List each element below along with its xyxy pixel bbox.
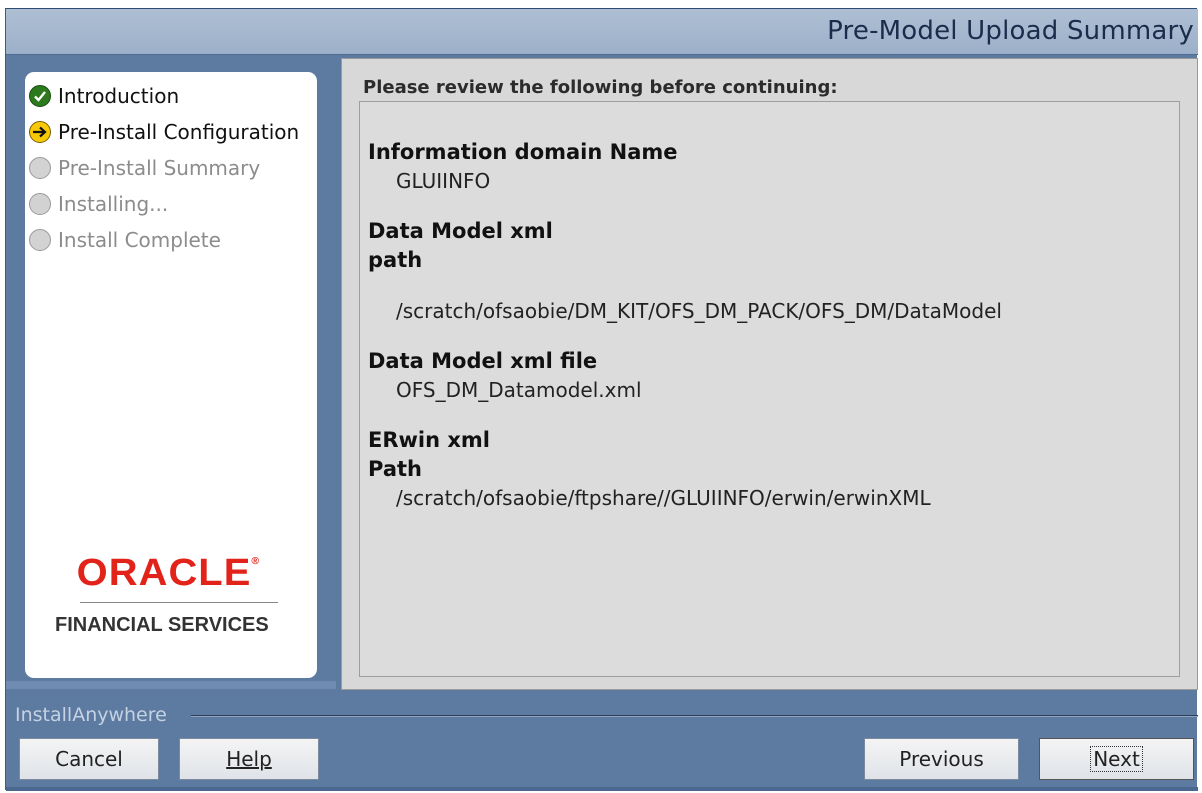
step-label: Installing... (58, 192, 169, 216)
next-label: Next (1090, 746, 1143, 772)
summary-heading: Information domain Name (368, 140, 678, 164)
empty-circle-icon (29, 157, 51, 179)
step-installing: Installing... (29, 186, 299, 222)
instruction-text: Please review the following before conti… (363, 77, 838, 98)
step-pre-install-configuration: Pre-Install Configuration (29, 114, 299, 150)
cancel-button[interactable]: Cancel (19, 738, 159, 780)
installanywhere-label: InstallAnywhere (15, 704, 167, 726)
summary-value: /scratch/ofsaobie/ftpshare//GLUIINFO/erw… (396, 486, 931, 510)
arrow-right-icon (29, 121, 51, 143)
help-label: Help (226, 747, 272, 771)
next-button[interactable]: Next (1039, 738, 1194, 780)
checkmark-icon (29, 85, 51, 107)
summary-value: /scratch/ofsaobie/DM_KIT/OFS_DM_PACK/OFS… (396, 299, 1002, 323)
previous-label: Previous (899, 747, 984, 771)
step-label: Pre-Install Configuration (58, 120, 300, 144)
summary-heading: Path (368, 457, 422, 481)
empty-circle-icon (29, 229, 51, 251)
summary-text: Information domain Name GLUIINFO Data Mo… (368, 138, 1168, 512)
oracle-logo: ORACLE® (76, 552, 261, 594)
summary-heading: Data Model xml (368, 219, 553, 243)
summary-box[interactable]: Information domain Name GLUIINFO Data Mo… (359, 101, 1180, 677)
steps-sidebar: Introduction Pre-Install Configuration P… (25, 72, 317, 678)
content-panel: Please review the following before conti… (341, 58, 1198, 690)
step-label: Introduction (58, 84, 180, 108)
logo-divider (80, 602, 278, 603)
step-label: Pre-Install Summary (58, 156, 261, 180)
summary-heading: path (368, 248, 423, 272)
step-install-complete: Install Complete (29, 222, 299, 258)
steps-list: Introduction Pre-Install Configuration P… (29, 78, 299, 258)
summary-value: GLUIINFO (396, 169, 491, 193)
page-title: Pre-Model Upload Summary (827, 16, 1194, 46)
previous-button[interactable]: Previous (864, 738, 1019, 780)
sidebar-base-strip (6, 681, 336, 689)
header-bar: Pre-Model Upload Summary (6, 9, 1198, 55)
footer-divider (191, 715, 1198, 717)
cancel-label: Cancel (55, 747, 123, 771)
financial-services-label: FINANCIAL SERVICES (55, 614, 269, 636)
bottom-border (6, 787, 1198, 791)
installer-window: Pre-Model Upload Summary Introduction Pr… (5, 8, 1198, 791)
step-introduction: Introduction (29, 78, 299, 114)
summary-value: OFS_DM_Datamodel.xml (396, 378, 642, 402)
summary-heading: ERwin xml (368, 428, 491, 452)
step-label: Install Complete (58, 228, 221, 252)
help-button[interactable]: Help (179, 738, 319, 780)
step-pre-install-summary: Pre-Install Summary (29, 150, 299, 186)
empty-circle-icon (29, 193, 51, 215)
summary-heading: Data Model xml file (368, 349, 598, 373)
